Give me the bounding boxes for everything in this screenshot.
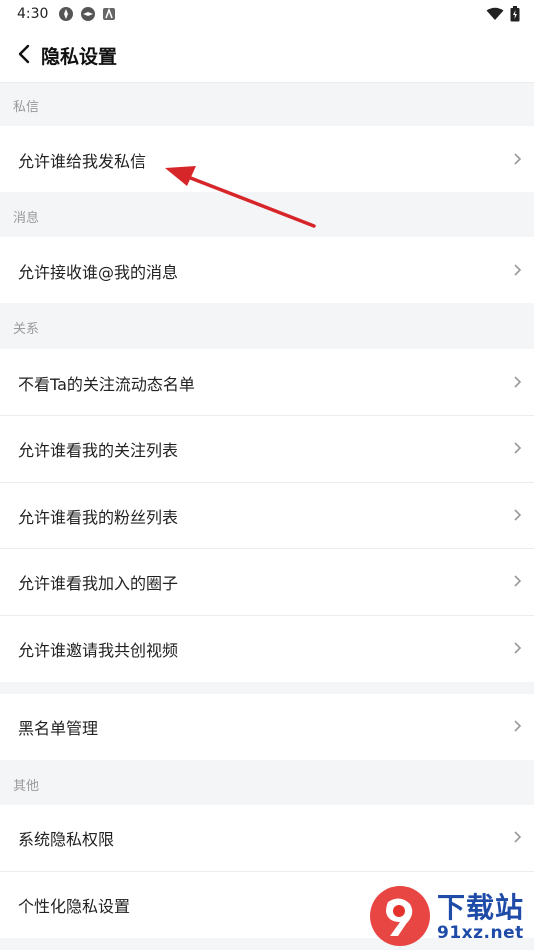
row-label: 系统隐私权限 [18, 830, 115, 849]
row-label: 允许谁给我发私信 [18, 152, 147, 171]
settings-row-view-joined-circles[interactable]: 允许谁看我加入的圈子 [0, 549, 534, 615]
chevron-right-icon [514, 442, 522, 454]
status-bar: 4:30 [0, 0, 534, 28]
chevron-right-icon [514, 831, 522, 843]
row-label: 允许谁邀请我共创视频 [18, 641, 179, 660]
back-arrow-icon [18, 44, 30, 64]
watermark-logo-icon [370, 886, 430, 946]
section-label-other: 其他 [13, 779, 40, 794]
row-label: 允许谁看我的粉丝列表 [18, 508, 179, 527]
settings-row-view-following-list[interactable]: 允许谁看我的关注列表 [0, 416, 534, 482]
status-notification-icons [58, 5, 116, 23]
row-label: 黑名单管理 [18, 719, 99, 738]
app-notification-icon [59, 7, 73, 21]
section-label-private-message: 私信 [13, 100, 40, 115]
chevron-right-icon [514, 509, 522, 521]
row-label: 允许接收谁@我的消息 [18, 263, 179, 282]
section-label-relations: 关系 [13, 322, 40, 337]
header-bar: 隐私设置 [0, 28, 534, 83]
status-time: 4:30 [17, 6, 49, 22]
chevron-right-icon [514, 264, 522, 276]
chevron-right-icon [514, 376, 522, 388]
chevron-right-icon [514, 720, 522, 732]
chevron-right-icon [514, 153, 522, 165]
settings-row-system-privacy[interactable]: 系统隐私权限 [0, 805, 534, 871]
settings-row-blacklist[interactable]: 黑名单管理 [0, 694, 534, 760]
back-button[interactable] [10, 40, 38, 68]
row-label: 允许谁看我加入的圈子 [18, 574, 179, 593]
app-notification-icon [81, 7, 95, 21]
chevron-right-icon [514, 642, 522, 654]
status-system-icons [486, 5, 520, 23]
settings-row-allow-at-messages[interactable]: 允许接收谁@我的消息 [0, 237, 534, 303]
row-label: 个性化隐私设置 [18, 897, 131, 916]
page-title: 隐私设置 [41, 46, 118, 68]
settings-row-allow-private-message[interactable]: 允许谁给我发私信 [0, 126, 534, 192]
settings-row-hide-following-list[interactable]: 不看Ta的关注流动态名单 [0, 349, 534, 415]
watermark-url: 91xz.net [437, 923, 524, 943]
wifi-icon [486, 7, 504, 20]
app-notification-icon [103, 7, 115, 20]
battery-icon [510, 6, 520, 22]
row-label: 不看Ta的关注流动态名单 [18, 375, 195, 394]
chevron-right-icon [514, 575, 522, 587]
settings-row-view-fans-list[interactable]: 允许谁看我的粉丝列表 [0, 483, 534, 548]
watermark-title: 下载站 [437, 891, 525, 924]
section-label-messages: 消息 [13, 211, 40, 226]
row-label: 允许谁看我的关注列表 [18, 441, 179, 460]
settings-row-invite-cocreate-video[interactable]: 允许谁邀请我共创视频 [0, 616, 534, 682]
